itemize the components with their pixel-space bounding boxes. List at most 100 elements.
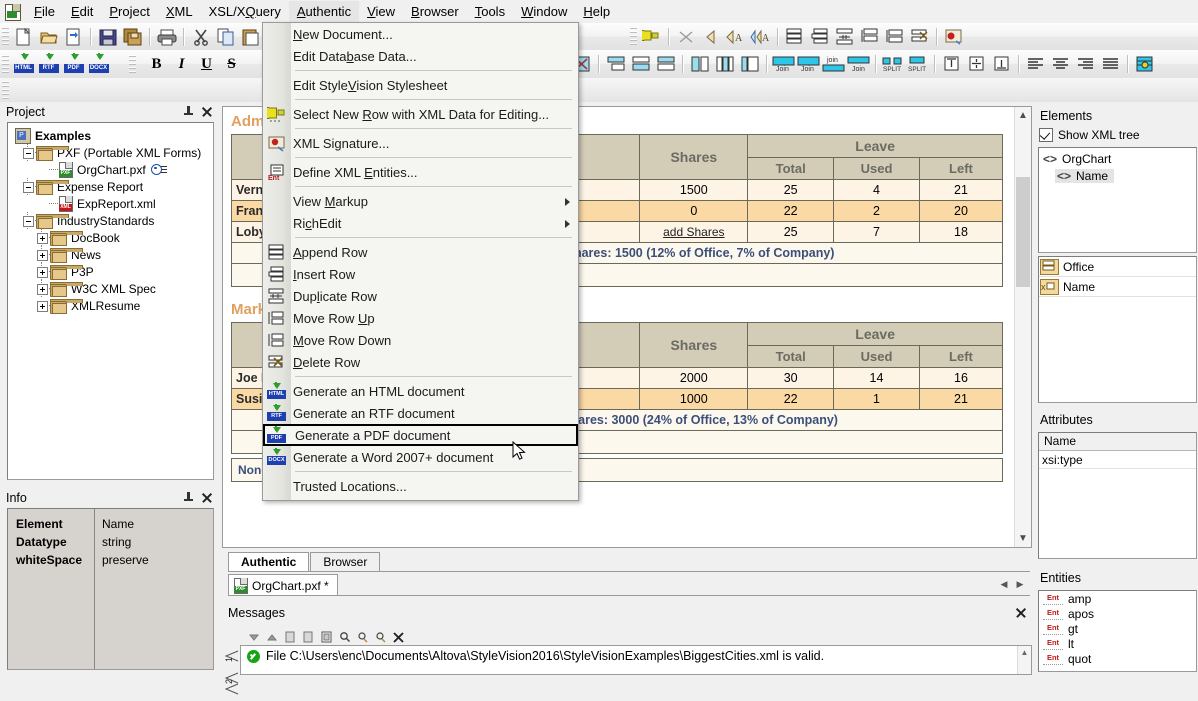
menu-item-move-row-down[interactable]: Move Row Down bbox=[263, 329, 578, 351]
delete-column-icon[interactable] bbox=[738, 53, 761, 75]
open-folder-icon[interactable] bbox=[37, 26, 60, 48]
menu-item-new-document[interactable]: New Document... bbox=[263, 23, 578, 45]
join-cell-left-icon[interactable]: Join bbox=[772, 53, 795, 75]
join-cell-up-icon[interactable]: join bbox=[822, 53, 845, 75]
show-xml-tree-checkbox-row[interactable]: Show XML tree bbox=[1034, 126, 1198, 145]
align-bottom-icon[interactable] bbox=[990, 53, 1013, 75]
entity-row[interactable]: Entamp bbox=[1039, 591, 1196, 606]
cell-shares[interactable]: 1000 bbox=[640, 389, 748, 410]
entities-list-container[interactable]: Entamp Entapos Entgt Entlt Entquot bbox=[1038, 590, 1197, 672]
menu-view[interactable]: View bbox=[359, 1, 403, 22]
cell-leave-total[interactable]: 22 bbox=[748, 201, 834, 222]
generate-docx-button[interactable]: DOCX bbox=[87, 53, 110, 75]
xml-tree-container[interactable]: <> OrgChart <> Name bbox=[1038, 147, 1197, 253]
select-row-icon[interactable] bbox=[640, 26, 663, 48]
delete-row-icon[interactable] bbox=[908, 26, 931, 48]
cell-shares[interactable]: add Shares bbox=[640, 222, 748, 243]
previous-message-icon[interactable] bbox=[264, 629, 281, 646]
settings-badge-icon[interactable] bbox=[151, 164, 167, 176]
tree-item-p3p[interactable]: P3P bbox=[14, 263, 213, 280]
show-large-markup-icon[interactable]: A bbox=[724, 26, 747, 48]
menu-item-move-row-up[interactable]: Move Row Up bbox=[263, 307, 578, 329]
align-right-icon[interactable] bbox=[1074, 53, 1097, 75]
elements-list-container[interactable]: Office x Name bbox=[1038, 256, 1197, 403]
align-middle-icon[interactable] bbox=[965, 53, 988, 75]
copy-message-icon[interactable] bbox=[282, 629, 299, 646]
menu-window[interactable]: Window bbox=[513, 1, 575, 22]
menu-file[interactable]: File bbox=[26, 1, 63, 22]
cell-shares[interactable]: 1500 bbox=[640, 180, 748, 201]
tab-authentic[interactable]: Authentic bbox=[228, 552, 309, 572]
cell-leave-total[interactable]: 25 bbox=[748, 180, 834, 201]
messages-list[interactable]: File C:\Users\enc\Documents\Altova\Style… bbox=[240, 645, 1032, 675]
copy-subtree-icon[interactable] bbox=[300, 629, 317, 646]
messages-tab-2[interactable]: 2 bbox=[222, 672, 239, 698]
new-document-icon[interactable] bbox=[12, 26, 35, 48]
reload-icon[interactable] bbox=[62, 26, 85, 48]
insert-column-icon[interactable] bbox=[713, 53, 736, 75]
menu-project[interactable]: Project bbox=[101, 1, 157, 22]
tab-browser[interactable]: Browser bbox=[310, 552, 380, 572]
menu-item-select-new-row[interactable]: Select New Row with XML Data for Editing… bbox=[263, 103, 578, 125]
menu-item-duplicate-row[interactable]: Duplicate Row bbox=[263, 285, 578, 307]
xml-signature-icon[interactable] bbox=[942, 26, 965, 48]
tree-item-expreport-xml[interactable]: XML ExpReport.xml bbox=[14, 195, 213, 212]
cell-leave-used[interactable]: 7 bbox=[834, 222, 920, 243]
show-mixed-markup-icon[interactable]: A bbox=[749, 26, 772, 48]
save-icon[interactable] bbox=[96, 26, 119, 48]
copy-all-icon[interactable] bbox=[318, 629, 335, 646]
show-xml-tree-checkbox[interactable] bbox=[1039, 128, 1053, 142]
add-shares-link[interactable]: add Shares bbox=[663, 225, 724, 239]
join-cell-right-icon[interactable]: Join bbox=[797, 53, 820, 75]
toolbar-grip[interactable] bbox=[2, 81, 9, 100]
toolbar-grip[interactable] bbox=[2, 27, 9, 46]
find-icon[interactable] bbox=[336, 629, 353, 646]
menu-xsl-xquery[interactable]: XSL/XQuery bbox=[201, 1, 289, 22]
print-icon[interactable] bbox=[155, 26, 178, 48]
table-append-row-icon[interactable] bbox=[604, 53, 627, 75]
strikethrough-button[interactable]: S bbox=[220, 53, 243, 75]
toolbar-grip[interactable] bbox=[2, 55, 9, 74]
close-icon[interactable] bbox=[200, 491, 214, 505]
cell-leave-left[interactable]: 20 bbox=[919, 201, 1002, 222]
menu-item-xml-signature[interactable]: XML Signature... bbox=[263, 132, 578, 154]
menu-item-generate-docx[interactable]: DOCX Generate a Word 2007+ document bbox=[263, 446, 578, 468]
menu-item-delete-row[interactable]: Delete Row bbox=[263, 351, 578, 373]
toolbar-grip[interactable] bbox=[630, 27, 637, 46]
align-top-icon[interactable] bbox=[940, 53, 963, 75]
align-justify-icon[interactable] bbox=[1099, 53, 1122, 75]
entity-row[interactable]: Entgt bbox=[1039, 621, 1196, 636]
copy-icon[interactable] bbox=[214, 26, 237, 48]
save-all-icon[interactable] bbox=[121, 26, 144, 48]
menu-item-trusted-locations[interactable]: Trusted Locations... bbox=[263, 475, 578, 497]
element-list-item-office[interactable]: Office bbox=[1039, 257, 1196, 277]
cell-shares[interactable]: 0 bbox=[640, 201, 748, 222]
message-entry[interactable]: File C:\Users\enc\Documents\Altova\Style… bbox=[241, 646, 1031, 666]
menu-item-richedit[interactable]: RichEdit bbox=[263, 212, 578, 234]
pin-icon[interactable] bbox=[182, 105, 196, 119]
scrollbar-thumb[interactable] bbox=[1016, 177, 1030, 287]
menu-authentic[interactable]: Authentic bbox=[289, 1, 359, 22]
file-tab-orgchart[interactable]: PXF OrgChart.pxf * bbox=[228, 574, 338, 596]
tree-item-docbook[interactable]: DocBook bbox=[14, 229, 213, 246]
menu-tools[interactable]: Tools bbox=[467, 1, 513, 22]
generate-html-button[interactable]: HTML bbox=[12, 53, 35, 75]
menu-item-edit-database-data[interactable]: Edit Database Data... bbox=[263, 45, 578, 67]
cell-leave-left[interactable]: 21 bbox=[919, 389, 1002, 410]
tree-item-orgchart-pxf[interactable]: PXF OrgChart.pxf bbox=[14, 161, 213, 178]
generate-rtf-button[interactable]: RTF bbox=[37, 53, 60, 75]
xml-tree-item-orgchart[interactable]: <> OrgChart bbox=[1039, 148, 1196, 167]
menu-item-generate-rtf[interactable]: RTF Generate an RTF document bbox=[263, 402, 578, 424]
cell-leave-left[interactable]: 21 bbox=[919, 180, 1002, 201]
messages-scrollbar[interactable]: ▲ bbox=[1017, 646, 1031, 675]
entity-row[interactable]: Entlt bbox=[1039, 636, 1196, 651]
hide-markup-icon[interactable] bbox=[674, 26, 697, 48]
duplicate-row-icon[interactable] bbox=[833, 26, 856, 48]
join-cell-down-icon[interactable]: Join bbox=[847, 53, 870, 75]
cell-leave-total[interactable]: 25 bbox=[748, 222, 834, 243]
cell-leave-used[interactable]: 1 bbox=[834, 389, 920, 410]
document-vertical-scrollbar[interactable]: ▲ ▼ bbox=[1014, 107, 1031, 547]
authentic-dropdown-menu[interactable]: New Document... Edit Database Data... Ed… bbox=[262, 22, 579, 501]
menu-item-define-xml-entities[interactable]: Ent Define XML Entities... bbox=[263, 161, 578, 183]
cell-leave-left[interactable]: 16 bbox=[919, 368, 1002, 389]
